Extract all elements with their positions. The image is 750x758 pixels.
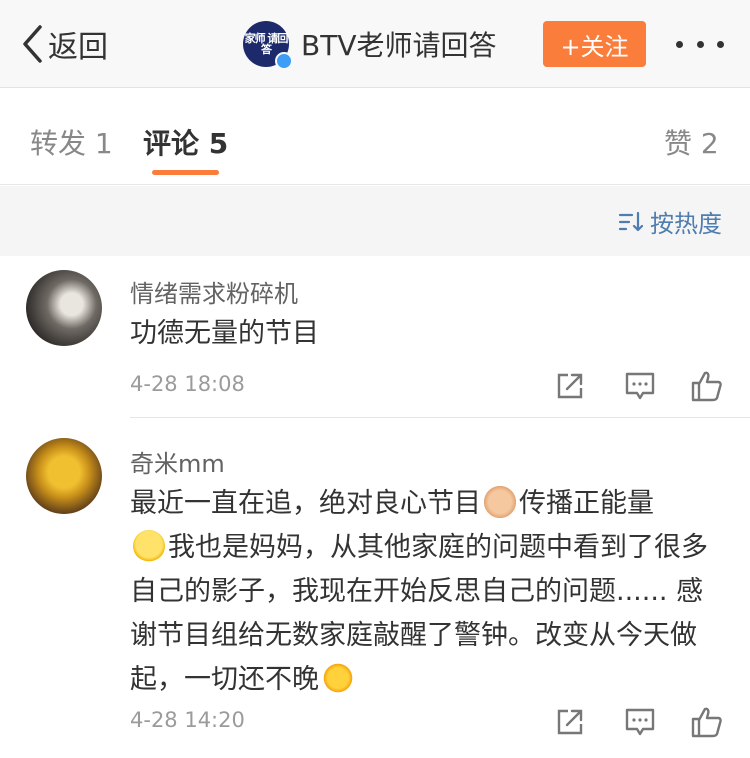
reply-icon[interactable]: [623, 369, 657, 403]
comment-text: 最近一直在追，绝对良心节目 传播正能量我也是妈妈，从其他家庭的问题中看到了很多自己…: [130, 482, 730, 702]
avatar[interactable]: [26, 438, 102, 514]
repost-icon[interactable]: [553, 705, 587, 739]
comment-item: 情绪需求粉碎机 功德无量的节目 4-28 18:08: [0, 256, 750, 418]
comment-list: 情绪需求粉碎机 功德无量的节目 4-28 18:08 奇米mm 最近一直在追，绝…: [0, 256, 750, 758]
like-icon[interactable]: [690, 369, 724, 403]
comment-item: 奇米mm 最近一直在追，绝对良心节目 传播正能量我也是妈妈，从其他家庭的问题中看到…: [0, 418, 750, 758]
comment-username[interactable]: 奇米mm: [130, 444, 225, 479]
tab-like[interactable]: 赞 2: [664, 122, 719, 162]
page-title: BTV老师请回答: [301, 29, 497, 62]
smile-emoji-icon: [133, 530, 165, 562]
tab-comment[interactable]: 评论 5: [143, 122, 228, 162]
back-button[interactable]: 返回: [20, 22, 108, 66]
repost-icon[interactable]: [553, 369, 587, 403]
more-dots-icon[interactable]: [676, 34, 724, 54]
comment-actions: [553, 705, 723, 739]
avatar[interactable]: [26, 270, 102, 346]
tab-bar: 转发 1 评论 5 赞 2: [0, 89, 750, 185]
follow-button[interactable]: +关注: [543, 21, 646, 67]
sort-icon: [618, 211, 644, 231]
comment-time: 4-28 14:20: [130, 708, 245, 732]
nav-bar: 返回 家师 请回答 BTV老师请回答 +关注: [0, 0, 750, 88]
account-avatar[interactable]: 家师 请回答: [243, 21, 293, 70]
sort-button[interactable]: 按热度: [618, 204, 722, 239]
thumbs-up-emoji-icon: [484, 486, 516, 518]
comment-actions: [553, 369, 723, 403]
sort-label: 按热度: [650, 210, 722, 238]
dot: [696, 40, 704, 48]
comment-username[interactable]: 情绪需求粉碎机: [130, 274, 298, 309]
comment-time: 4-28 18:08: [130, 372, 245, 396]
chevron-left-icon: [23, 25, 42, 63]
comment-text-part: 传播正能量: [519, 488, 654, 519]
dot: [717, 40, 724, 48]
like-icon[interactable]: [690, 705, 724, 739]
tab-repost[interactable]: 转发 1: [30, 122, 113, 162]
comment-text-part: 我也是妈妈，从其他家庭的问题中看到了很多自己的影子，我现在开始反思自己的问题..…: [130, 532, 708, 695]
sort-bar: 按热度: [0, 186, 750, 256]
account-title[interactable]: 家师 请回答 BTV老师请回答: [243, 20, 497, 70]
verified-badge-icon: [275, 52, 293, 70]
sun-emoji-icon: [322, 662, 354, 694]
reply-icon[interactable]: [623, 705, 657, 739]
back-label: 返回: [48, 30, 108, 65]
comment-text: 功德无量的节目: [130, 318, 319, 349]
dot: [676, 40, 683, 48]
comment-text-part: 最近一直在追，绝对良心节目: [130, 488, 481, 519]
active-tab-indicator: [152, 170, 219, 175]
